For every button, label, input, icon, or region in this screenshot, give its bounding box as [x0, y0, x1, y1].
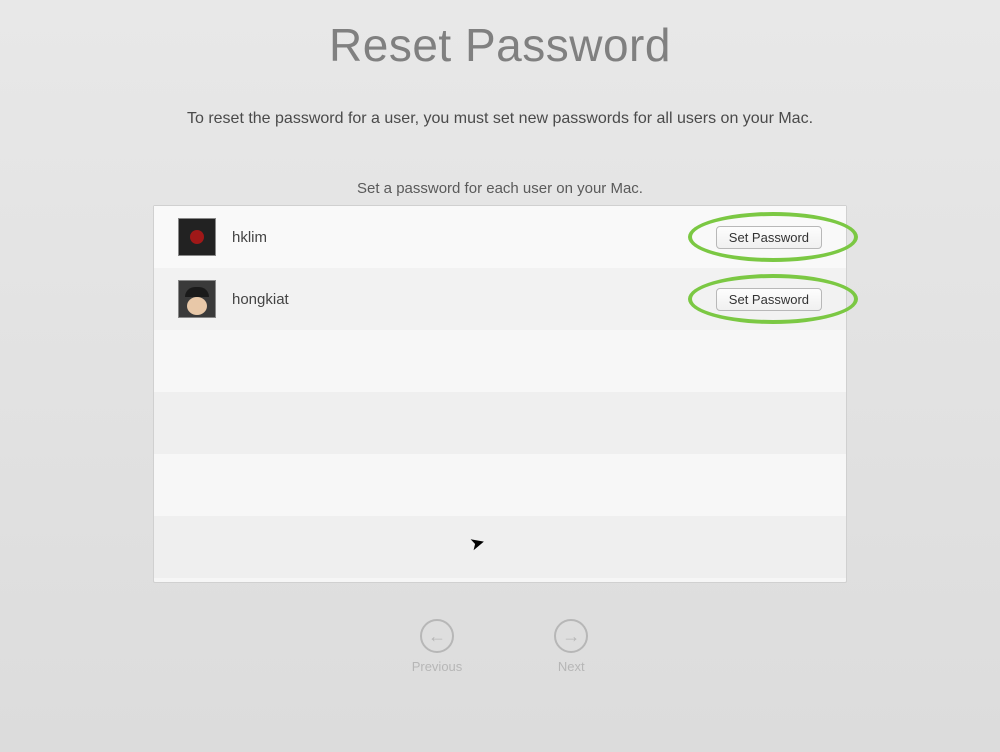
previous-button: ← Previous: [412, 619, 463, 674]
next-label: Next: [558, 659, 585, 674]
empty-row: [154, 454, 846, 516]
sub-instruction-text: Set a password for each user on your Mac…: [0, 180, 1000, 197]
arrow-right-icon: →: [554, 619, 588, 653]
set-password-button[interactable]: Set Password: [716, 288, 822, 311]
user-row: hklim Set Password: [154, 206, 846, 268]
user-list-panel: hklim Set Password hongkiat Set Password: [153, 205, 847, 583]
instruction-text: To reset the password for a user, you mu…: [0, 110, 1000, 128]
arrow-left-icon: ←: [420, 619, 454, 653]
user-row: hongkiat Set Password: [154, 268, 846, 330]
page-title: Reset Password: [0, 18, 1000, 72]
empty-row: [154, 392, 846, 454]
user-avatar-icon: [178, 218, 216, 256]
empty-row: [154, 516, 846, 578]
previous-label: Previous: [412, 659, 463, 674]
navigation-buttons: ← Previous → Next: [0, 619, 1000, 674]
next-button: → Next: [554, 619, 588, 674]
username-label: hongkiat: [232, 291, 716, 308]
set-password-button[interactable]: Set Password: [716, 226, 822, 249]
empty-row: [154, 330, 846, 392]
username-label: hklim: [232, 229, 716, 246]
user-avatar-icon: [178, 280, 216, 318]
